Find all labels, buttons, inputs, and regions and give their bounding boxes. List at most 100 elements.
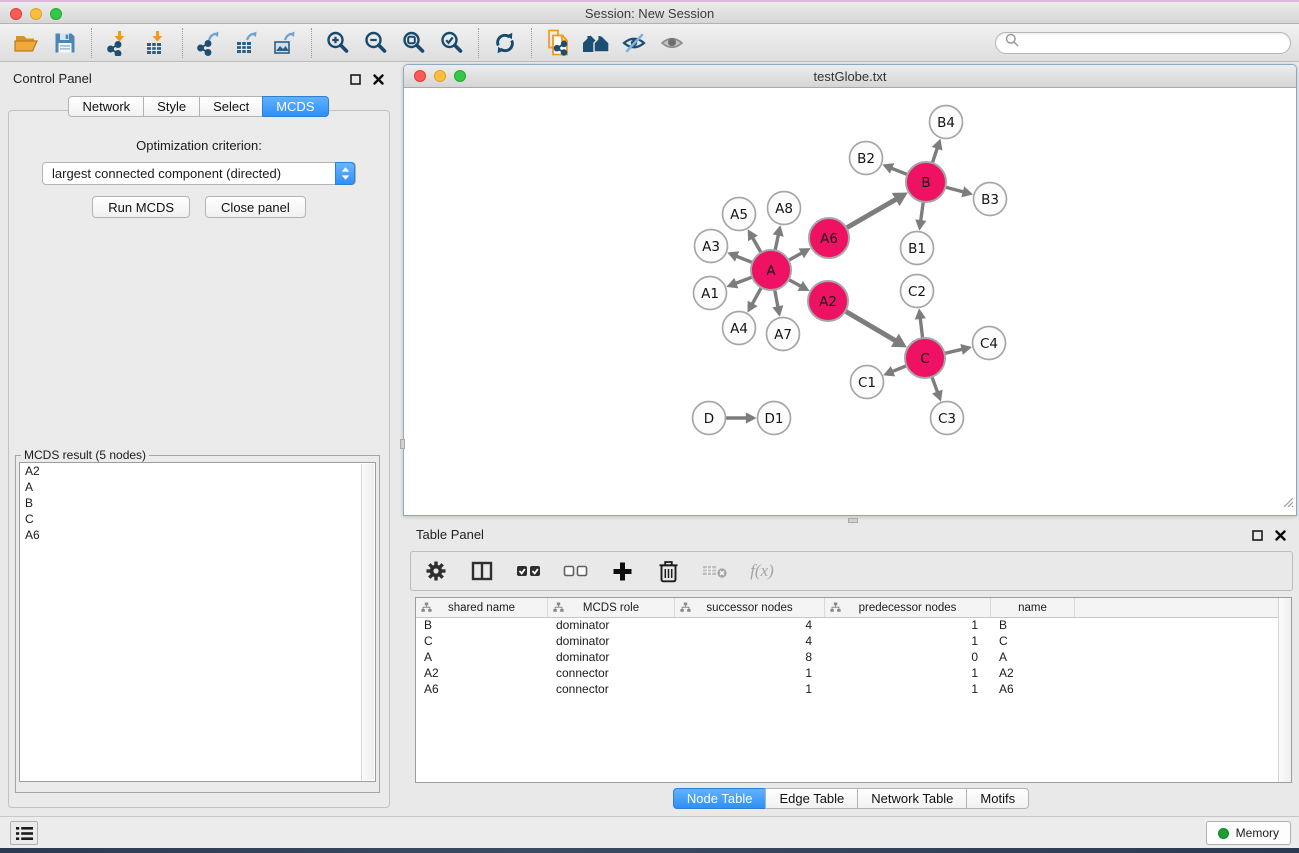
memory-button[interactable]: Memory: [1206, 821, 1291, 845]
table-cell[interactable]: 4: [675, 634, 825, 650]
column-header-MCDS-role[interactable]: MCDS role: [548, 598, 675, 617]
table-cell[interactable]: 1: [825, 634, 991, 650]
network-window-titlebar[interactable]: testGlobe.txt: [404, 65, 1296, 88]
table-scrollbar[interactable]: [1278, 598, 1291, 782]
table-cell[interactable]: A: [416, 650, 548, 666]
table-cell[interactable]: A6: [991, 682, 1075, 698]
run-mcds-button[interactable]: Run MCDS: [92, 196, 190, 218]
column-header-shared-name[interactable]: shared name: [416, 598, 548, 617]
graph-edge-A2-C[interactable]: [845, 311, 907, 347]
graph-node-C2[interactable]: C2: [901, 275, 934, 308]
split-panel-icon[interactable]: [469, 557, 495, 585]
graph-node-A2[interactable]: A2: [808, 281, 848, 321]
open-file-icon[interactable]: [8, 28, 46, 58]
table-cell[interactable]: dominator: [548, 618, 675, 634]
close-panel-button[interactable]: Close panel: [205, 196, 306, 218]
table-cell[interactable]: 1: [825, 618, 991, 634]
graph-edge-A-A5[interactable]: [748, 229, 761, 252]
table-cell[interactable]: 1: [675, 666, 825, 682]
table-cell[interactable]: dominator: [548, 650, 675, 666]
zoom-selected-icon[interactable]: [433, 28, 471, 58]
share-document-icon[interactable]: [539, 28, 577, 58]
mcds-result-item[interactable]: A6: [20, 527, 375, 543]
float-panel-icon[interactable]: [350, 72, 361, 90]
graph-node-A3[interactable]: A3: [695, 230, 728, 263]
close-panel-icon[interactable]: [1275, 528, 1286, 546]
graph-node-D[interactable]: D: [693, 402, 726, 435]
tab-edge-table[interactable]: Edge Table: [765, 788, 858, 809]
mcds-result-item[interactable]: A: [20, 479, 375, 495]
table-row[interactable]: Adominator80A: [416, 650, 1291, 666]
export-image-icon[interactable]: [266, 28, 304, 58]
table-cell[interactable]: B: [416, 618, 548, 634]
zoom-fit-icon[interactable]: [395, 28, 433, 58]
zoom-in-icon[interactable]: [319, 28, 357, 58]
splitter-handle-vertical[interactable]: [400, 439, 405, 449]
resize-grip-icon[interactable]: [1281, 495, 1294, 513]
table-cell[interactable]: A: [991, 650, 1075, 666]
graph-node-B1[interactable]: B1: [901, 232, 934, 265]
table-cell[interactable]: 1: [675, 682, 825, 698]
graph-edge-A-A2[interactable]: [789, 280, 810, 291]
task-history-button[interactable]: [10, 821, 38, 845]
graph-edge-B-B2[interactable]: [882, 163, 907, 174]
graph-node-B[interactable]: B: [906, 162, 946, 202]
graph-node-A1[interactable]: A1: [694, 277, 727, 310]
graph-edge-A-A8[interactable]: [773, 225, 784, 250]
table-cell[interactable]: A2: [416, 666, 548, 682]
table-cell[interactable]: connector: [548, 682, 675, 698]
table-cell[interactable]: connector: [548, 666, 675, 682]
delete-column-icon[interactable]: [655, 557, 681, 585]
table-cell[interactable]: A6: [416, 682, 548, 698]
graph-edge-A-A3[interactable]: [727, 251, 752, 262]
zoom-out-icon[interactable]: [357, 28, 395, 58]
export-network-icon[interactable]: [190, 28, 228, 58]
column-header-predecessor-nodes[interactable]: predecessor nodes: [825, 598, 991, 617]
graph-node-B3[interactable]: B3: [974, 183, 1007, 216]
table-row[interactable]: Cdominator41C: [416, 634, 1291, 650]
table-cell[interactable]: 1: [825, 666, 991, 682]
graph-node-A7[interactable]: A7: [767, 318, 800, 351]
tab-network-table[interactable]: Network Table: [857, 788, 967, 809]
show-details-icon[interactable]: [653, 28, 691, 58]
mcds-result-item[interactable]: C: [20, 511, 375, 527]
graph-node-A5[interactable]: A5: [723, 198, 756, 231]
graph-node-B4[interactable]: B4: [930, 106, 963, 139]
graph-edge-C-C2[interactable]: [915, 308, 926, 338]
result-scrollbar[interactable]: [361, 464, 374, 780]
tab-node-table[interactable]: Node Table: [673, 788, 767, 809]
export-table-icon[interactable]: [228, 28, 266, 58]
tab-motifs[interactable]: Motifs: [966, 788, 1029, 809]
tab-network[interactable]: Network: [68, 96, 144, 117]
create-column-icon[interactable]: [609, 557, 635, 585]
graph-edge-B-B3[interactable]: [945, 186, 973, 197]
graph-edge-A-A4[interactable]: [747, 288, 761, 313]
search-box[interactable]: [995, 32, 1291, 54]
table-settings-icon[interactable]: [423, 557, 449, 585]
show-columns-icon[interactable]: [515, 557, 542, 585]
hide-columns-icon[interactable]: [562, 557, 589, 585]
graph-node-B2[interactable]: B2: [850, 142, 883, 175]
graph-node-A[interactable]: A: [751, 250, 791, 290]
home-icon[interactable]: [577, 28, 615, 58]
mcds-result-list[interactable]: A2ABCA6: [19, 462, 376, 782]
graph-edge-B-B4[interactable]: [932, 139, 943, 163]
graph-node-C1[interactable]: C1: [851, 366, 884, 399]
table-cell[interactable]: 8: [675, 650, 825, 666]
tab-select[interactable]: Select: [199, 96, 263, 117]
table-cell[interactable]: B: [991, 618, 1075, 634]
graph-edge-C-C1[interactable]: [883, 366, 906, 377]
save-session-icon[interactable]: [46, 28, 84, 58]
tab-style[interactable]: Style: [143, 96, 200, 117]
search-input[interactable]: [1024, 36, 1281, 50]
mcds-result-item[interactable]: A2: [20, 463, 375, 479]
criterion-dropdown[interactable]: largest connected component (directed): [42, 162, 356, 185]
hide-details-icon[interactable]: [615, 28, 653, 58]
table-cell[interactable]: A2: [991, 666, 1075, 682]
close-panel-icon[interactable]: [373, 72, 384, 90]
graph-node-A8[interactable]: A8: [768, 192, 801, 225]
table-cell[interactable]: C: [416, 634, 548, 650]
network-graph[interactable]: B4B2BB3A5A8A6A3AB1A1A2C2A4A7C4CC1C3DD1: [404, 89, 1296, 515]
graph-edge-A-A1[interactable]: [726, 277, 752, 288]
float-panel-icon[interactable]: [1252, 528, 1263, 546]
